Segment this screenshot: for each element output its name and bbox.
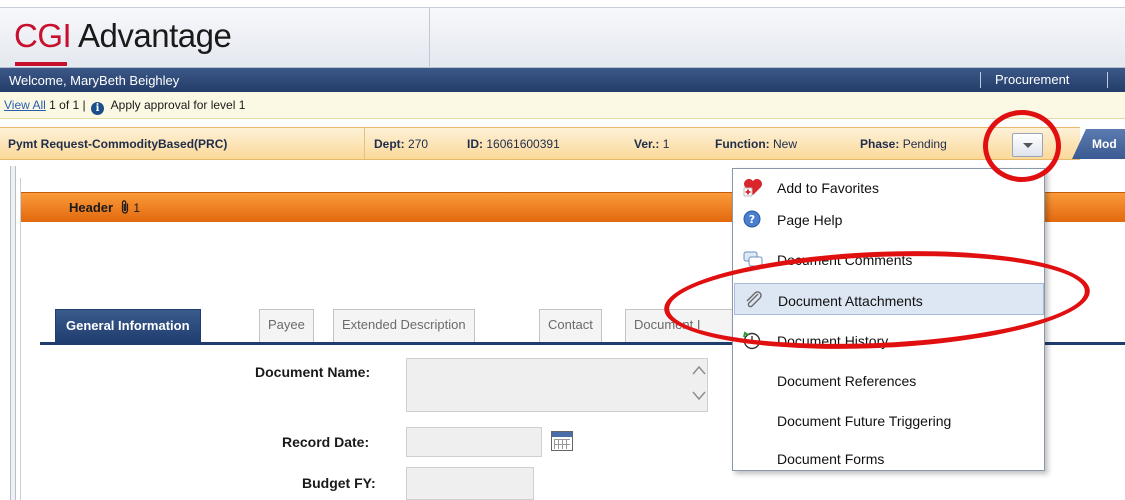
tab-label: Payee [268,317,305,332]
menu-item-document-forms[interactable]: Document Forms [734,442,1044,474]
menu-item-label: Document References [777,373,917,389]
tab-label: Document I [634,317,701,332]
window-top-edge [0,0,1125,8]
tab-contact[interactable]: Contact [539,309,602,343]
menu-item-document-attachments[interactable]: Document Attachments [734,283,1044,315]
welcome-separator [980,72,981,88]
mode-tab-label: Mod [1092,137,1117,151]
heart-plus-icon [743,179,762,197]
menu-item-document-future-triggering[interactable]: Document Future Triggering [734,404,1044,436]
function-label: Function: [715,137,770,151]
attachment-count: 1 [133,201,141,215]
menu-item-label: Add to Favorites [777,180,879,196]
record-date-field[interactable] [406,427,542,457]
menu-item-label: Document Future Triggering [777,413,952,429]
function-value: New [773,137,798,151]
procurement-link[interactable]: Procurement [995,72,1069,87]
dept-value: 270 [408,137,429,151]
id-label: ID: [467,137,483,151]
menu-item-label: Page Help [777,212,843,228]
info-icon: i [90,102,104,115]
dept-label: Dept: [374,137,405,151]
header-section-title: Header 1 [69,200,140,215]
ver-value: 1 [662,137,670,151]
calendar-icon[interactable] [551,431,573,451]
paperclip-icon[interactable] [121,200,130,214]
menu-item-document-comments[interactable]: Document Comments [734,243,1044,275]
logo-brand: CGI [14,17,72,54]
menu-item-document-references[interactable]: Document References [734,364,1044,396]
budget-fy-label: Budget FY: [302,475,376,491]
document-id: ID: 16061600391 [467,137,560,151]
budget-fy-field[interactable] [406,467,534,500]
left-frame-edge [10,166,16,500]
header-title-text: Header [69,200,114,215]
document-menu-button[interactable] [1012,133,1043,157]
document-function: Function: New [715,137,797,151]
document-info-separator [364,128,365,159]
logo-area: CGI Advantage [0,8,430,68]
document-title: Pymt Request-CommodityBased(PRC) [8,137,228,151]
app-logo: CGI Advantage [14,17,232,55]
document-version: Ver.: 1 [634,137,669,151]
paperclip-icon [746,291,762,308]
menu-item-label: Document Comments [777,252,913,268]
tab-extended-description[interactable]: Extended Description [333,309,475,343]
chevron-down-icon [1023,143,1033,148]
document-name-field[interactable] [406,358,708,412]
approval-bar: View All 1 of 1 | i Apply approval for l… [0,92,1125,119]
tab-general-information[interactable]: General Information [55,309,201,343]
menu-item-label: Document History [777,333,889,349]
tab-label: General Information [66,318,190,333]
welcome-bar: Welcome, MaryBeth Beighley Procurement [0,68,1125,92]
view-all-link[interactable]: View All [4,98,46,112]
document-phase: Phase: Pending [860,137,947,151]
document-info-bar: Pymt Request-CommodityBased(PRC) Dept: 2… [0,119,1125,166]
document-name-label: Document Name: [255,364,371,380]
approval-message: Apply approval for level 1 [110,98,246,112]
menu-item-label: Document Forms [777,451,885,467]
menu-item-page-help[interactable]: ? Page Help [734,203,1044,235]
tab-label: Extended Description [342,317,466,332]
approval-count: 1 of 1 | [49,98,86,112]
welcome-separator-right [1107,72,1108,88]
phase-label: Phase: [860,137,900,151]
phase-value: Pending [902,137,947,151]
approval-message-row: View All 1 of 1 | i Apply approval for l… [4,98,245,115]
document-actions-menu: Add to Favorites ? Page Help Document Co… [732,168,1045,471]
logo-underline [15,62,67,66]
history-icon [743,331,761,350]
document-dept: Dept: 270 [374,137,428,151]
document-name-scrollbar[interactable] [689,360,709,412]
svg-text:?: ? [749,213,755,226]
menu-item-label: Document Attachments [778,293,923,309]
document-info-strip: Pymt Request-CommodityBased(PRC) Dept: 2… [0,127,1080,160]
welcome-text: Welcome, MaryBeth Beighley [9,73,180,88]
id-value: 16061600391 [486,137,560,151]
ver-label: Ver.: [634,137,660,151]
help-icon: ? [743,210,761,228]
scroll-arrows-icon [692,365,706,401]
tab-document-info[interactable]: Document I [625,309,735,343]
menu-item-document-history[interactable]: Document History [734,324,1044,356]
comments-icon [743,251,763,267]
tab-label: Contact [548,317,593,332]
record-date-label: Record Date: [282,434,370,450]
tab-payee[interactable]: Payee [259,309,314,343]
app-banner: CGI Advantage [0,8,1125,68]
logo-product: Advantage [78,17,232,54]
menu-item-add-to-favorites[interactable]: Add to Favorites [734,171,1044,203]
